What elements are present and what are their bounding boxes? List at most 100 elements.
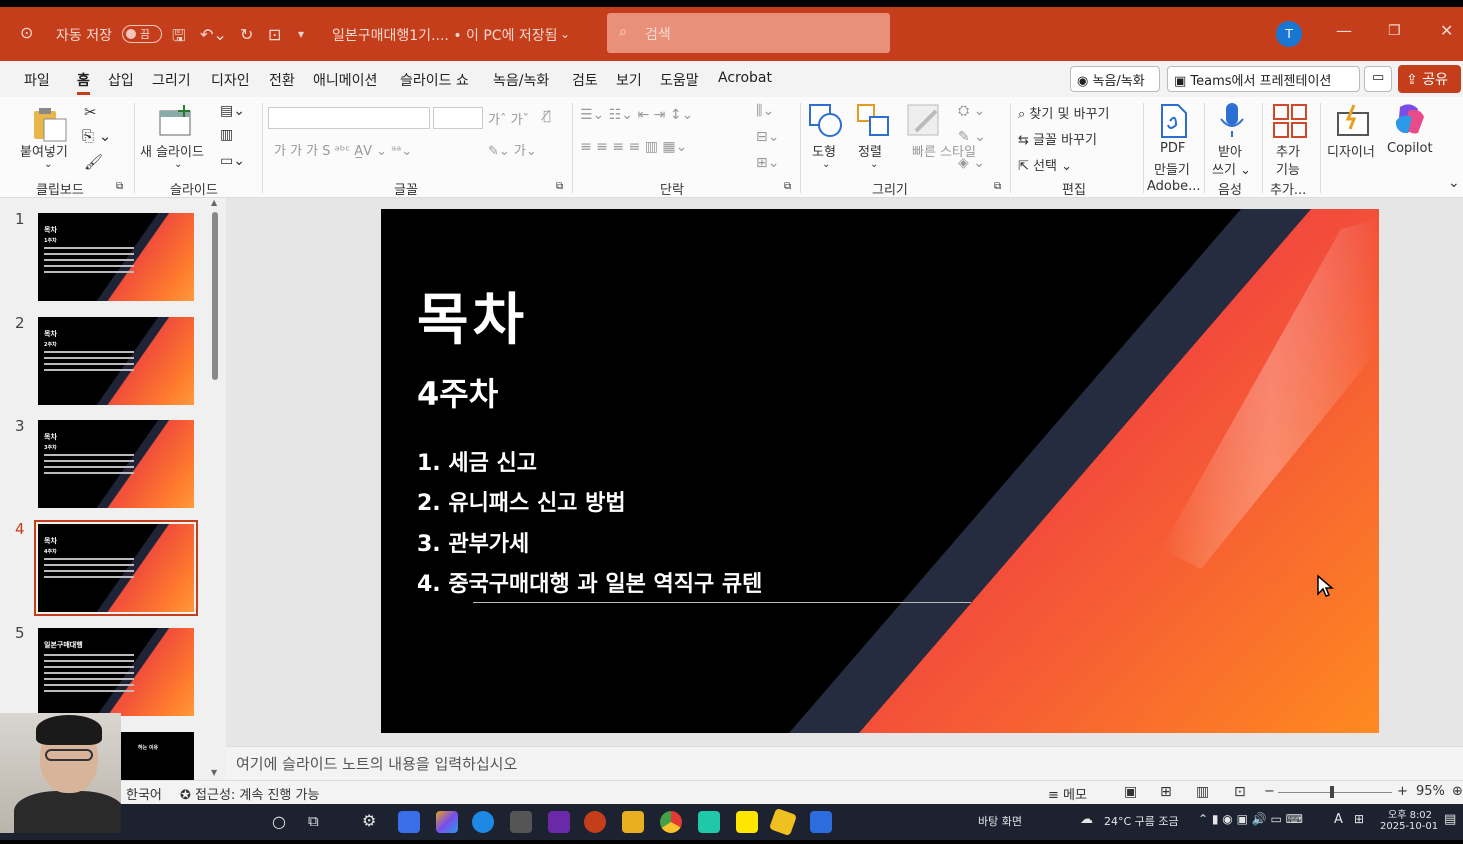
slide-thumbnail-3[interactable]: 목차 3주차 <box>38 420 194 508</box>
close-icon[interactable]: ✕ <box>1440 21 1453 40</box>
addins-label-2[interactable]: 기능 <box>1276 159 1300 178</box>
notification-icon[interactable]: ▤ <box>1444 812 1456 827</box>
notes-pane[interactable]: 여기에 슬라이드 노트의 내용을 입력하십시오 <box>226 746 1463 780</box>
language-status[interactable]: 한국어 <box>126 784 162 803</box>
copilot-icon[interactable] <box>1392 103 1428 137</box>
comments-icon[interactable]: ▭ <box>1364 66 1392 92</box>
chevron-down-icon[interactable]: ⌄ <box>822 159 830 170</box>
slide-sorter-icon[interactable]: ⊞ <box>1160 784 1172 800</box>
normal-view-icon[interactable]: ▣ <box>1124 784 1137 800</box>
customize-qat-icon[interactable]: ▾ <box>298 27 304 41</box>
tab-design[interactable]: 디자인 <box>211 70 250 90</box>
dialog-launcher-icon[interactable]: ⧉ <box>116 181 123 192</box>
slide-list-item-2[interactable]: 2. 유니패스 신고 방법 <box>417 485 626 517</box>
record-button[interactable]: ◉ 녹음/녹화 <box>1070 66 1160 92</box>
list-buttons[interactable]: ☰⌄ ☷⌄ ⇤ ⇥ ↕⌄ <box>580 107 693 123</box>
tray-icons[interactable]: ⌃ ▮ ◉ ▣ 🔊 ▭ ⌨ <box>1198 812 1303 826</box>
font-style-buttons[interactable]: 가 가 가 S ᵃᵇᶜ A̲V ⌄ ᵃᵃ⌄ <box>274 140 412 159</box>
smartart-icon[interactable]: ⊞⌄ <box>756 155 779 171</box>
slide-thumbnail-1[interactable]: 목차 1주차 <box>38 213 194 301</box>
task-view-icon[interactable]: ⧉ <box>308 812 319 830</box>
quick-style-icon[interactable] <box>906 103 942 139</box>
powerpoint-taskbar-icon[interactable] <box>584 811 606 833</box>
format-painter-icon[interactable]: 🖌 <box>84 153 103 171</box>
pdf-icon[interactable] <box>1158 103 1190 139</box>
current-slide[interactable]: 목차 4주차 1. 세금 신고 2. 유니패스 신고 방법 3. 관부가세 4.… <box>381 209 1379 733</box>
paste-button[interactable]: 붙여넣기 <box>20 141 68 160</box>
app-icon[interactable] <box>548 811 570 833</box>
font-size-select[interactable] <box>433 107 483 129</box>
tab-view[interactable]: 보기 <box>616 70 642 90</box>
pdf-create-label-2[interactable]: 만들기 <box>1154 159 1190 178</box>
align-buttons[interactable]: ≡ ≡ ≡ ≡ ▥ ▦⌄ <box>580 139 687 155</box>
present-icon[interactable]: ⊡ <box>268 25 281 44</box>
share-button[interactable]: ⇪ 공유 <box>1398 65 1461 93</box>
restore-icon[interactable]: ❐ <box>1388 23 1401 39</box>
clear-format-icon[interactable]: 가̸ <box>543 109 551 124</box>
slide-list-item-3[interactable]: 3. 관부가세 <box>417 526 529 558</box>
document-title[interactable]: 일본구매대행1기.... • 이 PC에 저장됨 <box>332 25 558 45</box>
font-name-select[interactable] <box>268 107 430 129</box>
tab-help[interactable]: 도움말 <box>660 70 699 90</box>
autosave-toggle[interactable]: 끔 <box>122 25 162 43</box>
zoom-in-icon[interactable]: + <box>1397 784 1408 799</box>
microphone-icon[interactable] <box>1218 101 1246 139</box>
redo-icon[interactable]: ↻ <box>240 25 253 44</box>
clock-date[interactable]: 2025-10-01 <box>1380 821 1438 832</box>
notes-toggle-button[interactable]: ≡ 메모 <box>1048 784 1087 803</box>
kakaotalk-icon[interactable] <box>736 811 758 833</box>
save-icon[interactable]: 🖫 <box>172 25 186 52</box>
zoom-slider[interactable] <box>1278 792 1392 793</box>
shapes-button[interactable]: 도형 <box>812 141 836 160</box>
slide-thumbnail-2[interactable]: 목차 2주차 <box>38 317 194 405</box>
fit-slide-icon[interactable]: ⊕ <box>1452 784 1463 799</box>
chevron-down-icon[interactable]: ⌄ <box>870 159 878 170</box>
slide-subtitle[interactable]: 4주차 <box>417 369 498 415</box>
minimize-icon[interactable]: — <box>1336 21 1352 40</box>
dialog-launcher-icon[interactable]: ⧉ <box>994 181 1001 192</box>
slide-list-item-1[interactable]: 1. 세금 신고 <box>417 445 537 477</box>
new-slide-button[interactable]: 새 슬라이드 <box>140 141 204 160</box>
start-icon[interactable]: ○ <box>272 812 286 831</box>
grow-font-icon[interactable]: 가ˆ 가ˇ <box>488 109 529 128</box>
text-direction-icon[interactable]: ⫼⌄ <box>756 103 774 119</box>
tab-slideshow[interactable]: 슬라이드 쇼 <box>400 70 469 90</box>
chevron-down-icon[interactable]: ⌄ <box>44 159 52 170</box>
chevron-down-icon[interactable]: ⌄ <box>560 27 570 41</box>
calculator-icon[interactable] <box>510 811 532 833</box>
app-icon[interactable] <box>698 811 720 833</box>
shape-effects-icon[interactable]: ◈ ⌄ <box>958 155 985 171</box>
arrange-button[interactable]: 정렬 <box>858 141 882 160</box>
shape-outline-icon[interactable]: ✎ ⌄ <box>958 129 986 145</box>
tab-review[interactable]: 검토 <box>572 70 598 90</box>
dialog-launcher-icon[interactable]: ⧉ <box>784 181 791 192</box>
settings-icon[interactable]: ⚙ <box>362 811 376 830</box>
addins-icon[interactable] <box>1272 103 1308 139</box>
dictate-label-2[interactable]: 쓰기 ⌄ <box>1212 159 1251 178</box>
desktop-label[interactable]: 바탕 화면 <box>978 813 1022 829</box>
zoom-app-icon[interactable] <box>810 811 832 833</box>
tab-transitions[interactable]: 전환 <box>269 70 295 90</box>
select-button[interactable]: ⇱ 선택 ⌄ <box>1018 155 1072 174</box>
tab-draw[interactable]: 그리기 <box>152 70 191 90</box>
cut-icon[interactable]: ✂ <box>84 103 97 121</box>
undo-icon[interactable]: ↶⌄ <box>200 25 227 44</box>
edge-icon[interactable] <box>472 811 494 833</box>
tab-home[interactable]: 홈 <box>77 70 90 95</box>
zoom-level[interactable]: 95% <box>1416 784 1445 799</box>
reading-view-icon[interactable]: ▥ <box>1196 784 1209 800</box>
app-icon[interactable] <box>398 811 420 833</box>
search-box[interactable]: ⌕ 검색 <box>607 13 890 53</box>
addins-label-1[interactable]: 추가 <box>1276 141 1300 160</box>
copilot-button[interactable]: Copilot <box>1387 141 1433 156</box>
designer-button[interactable]: 디자이너 <box>1327 141 1375 160</box>
dialog-launcher-icon[interactable]: ⧉ <box>556 181 563 192</box>
weather-icon[interactable]: ☁ <box>1080 812 1093 827</box>
chevron-down-icon[interactable]: ⌄ <box>174 159 182 170</box>
zoom-slider-handle[interactable] <box>1330 786 1334 798</box>
tab-file[interactable]: 파일 <box>24 70 50 90</box>
arrange-icon[interactable] <box>856 103 892 139</box>
pdf-create-label-1[interactable]: PDF <box>1160 141 1185 156</box>
layout-icon[interactable]: ▤⌄ <box>220 103 245 119</box>
copy-icon[interactable]: ⎘ ⌄ <box>82 127 111 145</box>
